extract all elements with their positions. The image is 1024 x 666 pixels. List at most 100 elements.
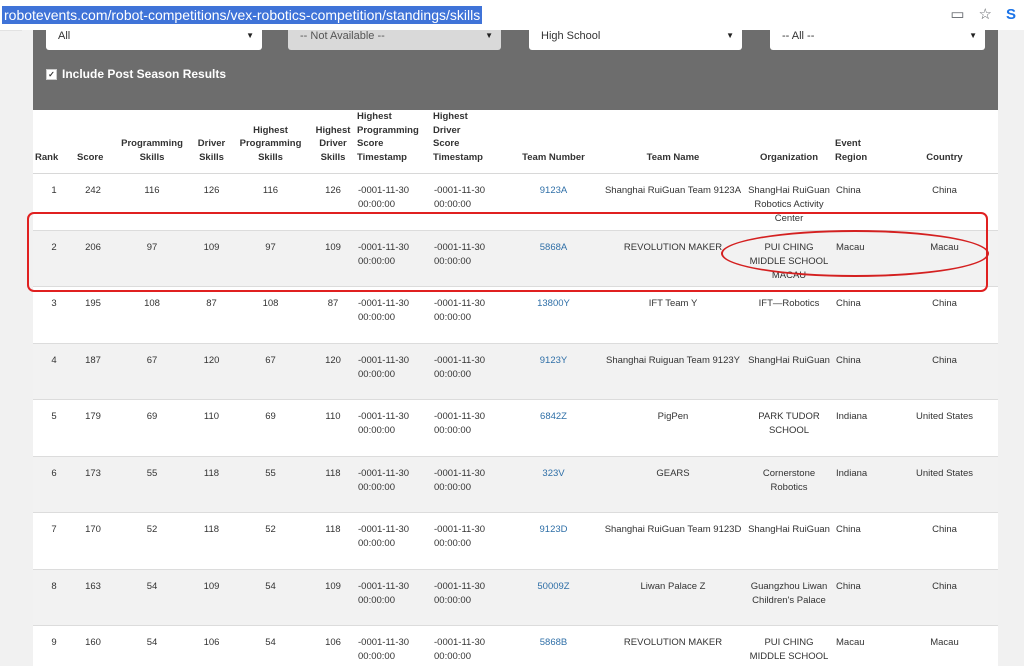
highlight-ellipse-annotation: [721, 230, 989, 277]
driver-skills-cell: 109: [193, 569, 230, 626]
programming-skills-cell: 67: [111, 343, 193, 400]
team-name-cell: Liwan Palace Z: [601, 569, 745, 626]
rank-cell: 6: [33, 456, 75, 513]
column-header-country: Country: [891, 110, 998, 174]
team-number-link[interactable]: 50009Z: [537, 581, 569, 592]
team-number-link[interactable]: 9123D: [540, 524, 568, 535]
highest-programming-cell: 69: [230, 399, 311, 457]
highest-programming-cell: 54: [230, 569, 311, 626]
postseason-label: Include Post Season Results: [62, 67, 227, 81]
table-row: 4 187 67 120 67 120 -0001-11-30 00:00:00 -0001-…: [33, 343, 998, 400]
programming-skills-cell: 54: [111, 569, 193, 626]
column-header-highest-programming-skills: Highest Programming Skills: [230, 110, 311, 174]
team-number-link[interactable]: 9123Y: [540, 355, 567, 366]
programming-timestamp-cell: -0001-11-30 00:00:00: [355, 512, 431, 570]
event-region-cell: Macau: [833, 625, 891, 666]
column-header-team-number: Team Number: [506, 110, 601, 174]
filter-panel: All ▼ -- Not Available -- ▼ High School …: [33, 30, 998, 110]
program-select[interactable]: All ▼: [46, 30, 262, 50]
driver-timestamp-cell: -0001-11-30 00:00:00: [431, 286, 506, 344]
driver-timestamp-cell: -0001-11-30 00:00:00: [431, 625, 506, 666]
team-name-cell: REVOLUTION MAKER: [601, 625, 745, 666]
programming-timestamp-cell: -0001-11-30 00:00:00: [355, 286, 431, 344]
organization-cell: PUI CHING MIDDLE SCHOOL MACAU: [745, 625, 833, 666]
highest-programming-cell: 67: [230, 343, 311, 400]
team-number-link[interactable]: 13800Y: [537, 298, 570, 309]
team-number-link[interactable]: 9123A: [540, 185, 567, 196]
highest-driver-cell: 120: [311, 343, 355, 400]
score-cell: 187: [75, 343, 111, 400]
event-region-cell: Indiana: [833, 399, 891, 457]
table-row: 3 195 108 87 108 87 -0001-11-30 00:00:00 -0001-…: [33, 286, 998, 344]
team-number-link: 323V: [506, 456, 601, 513]
postseason-checkbox[interactable]: ✓: [46, 68, 57, 80]
organization-cell: Cornerstone Robotics: [745, 456, 833, 513]
team-name-cell: IFT Team Y: [601, 286, 745, 344]
column-header-event-region: Event Region: [833, 110, 891, 174]
programming-skills-cell: 55: [111, 456, 193, 513]
star-icon[interactable]: ☆: [979, 5, 992, 23]
rank-cell: 5: [33, 399, 75, 457]
column-header-organization: Organization: [745, 110, 833, 174]
browser-address-bar: robotevents.com/robot-competitions/vex-r…: [0, 0, 1024, 31]
chevron-down-icon: ▼: [969, 31, 977, 40]
programming-timestamp-cell: -0001-11-30 00:00:00: [355, 625, 431, 666]
rank-cell: 9: [33, 625, 75, 666]
team-number-link[interactable]: 323V: [542, 468, 564, 479]
column-header-score: Score: [75, 110, 111, 174]
team-name-cell: GEARS: [601, 456, 745, 513]
highest-driver-cell: 110: [311, 399, 355, 457]
postseason-toggle[interactable]: ✓ Include Post Season Results: [46, 67, 226, 81]
region-select[interactable]: -- All -- ▼: [770, 30, 985, 50]
event-region-cell: Indiana: [833, 456, 891, 513]
team-number-link: 13800Y: [506, 286, 601, 344]
organization-cell: ShangHai RuiGuan: [745, 512, 833, 570]
column-header-team-name: Team Name: [601, 110, 745, 174]
highest-driver-cell: 87: [311, 286, 355, 344]
column-header-rank: Rank: [33, 110, 75, 174]
programming-timestamp-cell: -0001-11-30 00:00:00: [355, 343, 431, 400]
standings-content: All ▼ -- Not Available -- ▼ High School …: [33, 30, 998, 666]
programming-timestamp-cell: -0001-11-30 00:00:00: [355, 569, 431, 626]
organization-cell: PARK TUDOR SCHOOL: [745, 399, 833, 457]
team-number-link[interactable]: 6842Z: [540, 411, 567, 422]
address-bar-icons: ▭ ☆ S: [950, 5, 1016, 24]
event-region-cell: China: [833, 569, 891, 626]
driver-skills-cell: 118: [193, 512, 230, 570]
extension-icon[interactable]: S: [1006, 6, 1016, 23]
team-number-link: 9123Y: [506, 343, 601, 400]
column-header-highest-driver-timestamp: Highest Driver Score Timestamp: [431, 110, 506, 174]
highest-programming-cell: 54: [230, 625, 311, 666]
team-name-cell: Shanghai RuiGuan Team 9123D: [601, 512, 745, 570]
season-select[interactable]: -- Not Available -- ▼: [288, 30, 501, 50]
rank-cell: 7: [33, 512, 75, 570]
programming-timestamp-cell: -0001-11-30 00:00:00: [355, 399, 431, 457]
driver-timestamp-cell: -0001-11-30 00:00:00: [431, 569, 506, 626]
country-cell: Macau: [891, 625, 998, 666]
highest-programming-cell: 108: [230, 286, 311, 344]
driver-skills-cell: 120: [193, 343, 230, 400]
grade-level-select[interactable]: High School ▼: [529, 30, 742, 50]
table-header-row: Rank Score Programming Skills Driver Skills Hi…: [33, 110, 998, 174]
programming-skills-cell: 69: [111, 399, 193, 457]
column-header-highest-driver-skills: Highest Driver Skills: [311, 110, 355, 174]
table-row: 9 160 54 106 54 106 -0001-11-30 00:00:00 -0001-…: [33, 625, 998, 666]
table-row: 6 173 55 118 55 118 -0001-11-30 00:00:00 -0001-…: [33, 456, 998, 513]
event-region-cell: China: [833, 343, 891, 400]
event-region-cell: China: [833, 512, 891, 570]
team-number-link[interactable]: 5868B: [540, 637, 567, 648]
highest-driver-cell: 106: [311, 625, 355, 666]
driver-timestamp-cell: -0001-11-30 00:00:00: [431, 343, 506, 400]
chevron-down-icon: ▼: [485, 31, 493, 40]
reader-mode-icon[interactable]: ▭: [950, 5, 964, 23]
driver-timestamp-cell: -0001-11-30 00:00:00: [431, 456, 506, 513]
team-name-cell: PigPen: [601, 399, 745, 457]
url-input[interactable]: robotevents.com/robot-competitions/vex-r…: [2, 6, 483, 24]
team-number-link: 50009Z: [506, 569, 601, 626]
country-cell: United States: [891, 399, 998, 457]
rank-cell: 8: [33, 569, 75, 626]
column-header-programming-skills: Programming Skills: [111, 110, 193, 174]
driver-skills-cell: 118: [193, 456, 230, 513]
table-row: 5 179 69 110 69 110 -0001-11-30 00:00:00 -0001-…: [33, 399, 998, 457]
column-header-driver-skills: Driver Skills: [193, 110, 230, 174]
